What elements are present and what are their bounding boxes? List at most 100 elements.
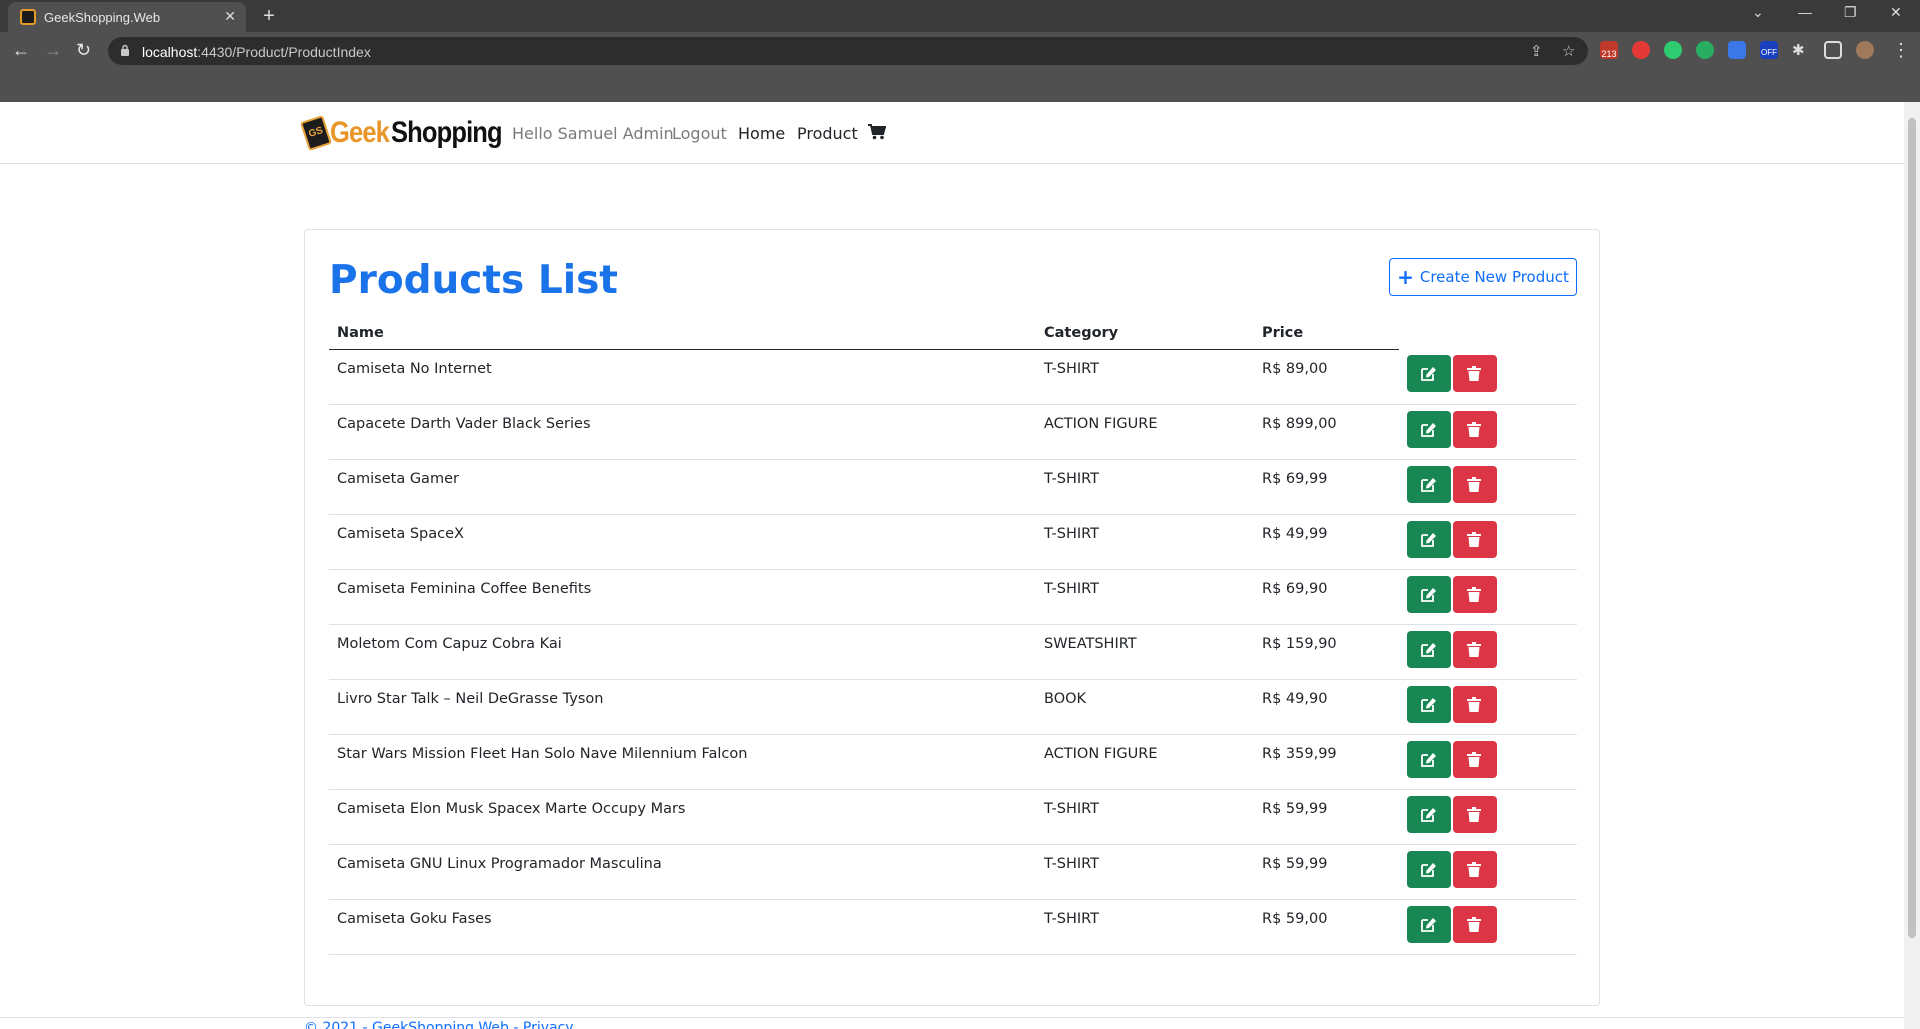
product-price: R$ 59,99	[1254, 789, 1399, 845]
row-actions	[1399, 844, 1577, 900]
delete-button[interactable]	[1453, 850, 1497, 888]
page: GS Geek Shopping Hello Samuel Admin Logo…	[0, 102, 1904, 1029]
delete-button[interactable]	[1453, 575, 1497, 613]
extensions-puzzle-icon[interactable]: ✱	[1792, 41, 1810, 59]
extension-off-icon[interactable]: OFF	[1760, 41, 1778, 59]
table-row: Camiseta Goku Fases T-SHIRT R$ 59,00	[329, 899, 1577, 955]
edit-button[interactable]	[1407, 575, 1451, 613]
edit-button[interactable]	[1407, 465, 1451, 503]
edit-button[interactable]	[1407, 795, 1451, 833]
brand-geek-text: Geek	[330, 116, 390, 149]
edit-button[interactable]	[1407, 740, 1451, 778]
page-scrollbar[interactable]	[1904, 102, 1920, 1029]
back-icon[interactable]: ←	[12, 40, 30, 61]
row-actions	[1399, 514, 1577, 570]
page-title: Products List	[329, 258, 618, 303]
table-row: Moletom Com Capuz Cobra Kai SWEATSHIRT R$ …	[329, 624, 1577, 680]
delete-button[interactable]	[1453, 520, 1497, 558]
product-price: R$ 69,99	[1254, 459, 1399, 515]
product-price: R$ 359,99	[1254, 734, 1399, 790]
browser-tab[interactable]: GeekShopping.Web ✕	[8, 2, 246, 32]
table-row: Camiseta Elon Musk Spacex Marte Occupy M…	[329, 789, 1577, 845]
extension-badge-icon[interactable]: 213	[1600, 41, 1618, 59]
menu-kebab-icon[interactable]: ⋮	[1892, 40, 1910, 61]
product-price: R$ 59,00	[1254, 899, 1399, 955]
site-navbar: GS Geek Shopping Hello Samuel Admin Logo…	[0, 102, 1904, 164]
delete-button[interactable]	[1453, 465, 1497, 503]
extension-plus-icon[interactable]	[1664, 41, 1682, 59]
share-icon[interactable]: ⇪	[1530, 42, 1543, 60]
bookmark-star-icon[interactable]: ☆	[1562, 42, 1575, 60]
product-category: SWEATSHIRT	[1036, 624, 1254, 680]
delete-button[interactable]	[1453, 410, 1497, 448]
tab-search-icon[interactable]: ⌄	[1752, 4, 1764, 21]
product-price: R$ 49,99	[1254, 514, 1399, 570]
profile-avatar[interactable]	[1856, 41, 1874, 59]
delete-button[interactable]	[1453, 795, 1497, 833]
browser-chrome: GeekShopping.Web ✕ + ⌄ — ❐ ✕ ← → ↻ local…	[0, 0, 1920, 102]
product-price: R$ 89,00	[1254, 349, 1399, 405]
products-table: Name Category Price Camiseta No Internet…	[329, 318, 1577, 955]
delete-button[interactable]	[1453, 905, 1497, 943]
row-actions	[1399, 459, 1577, 515]
forward-icon[interactable]: →	[44, 40, 62, 61]
cart-icon[interactable]	[868, 124, 886, 140]
translate-icon[interactable]	[1728, 41, 1746, 59]
product-category: T-SHIRT	[1036, 844, 1254, 900]
edit-button[interactable]	[1407, 685, 1451, 723]
delete-button[interactable]	[1453, 740, 1497, 778]
edit-button[interactable]	[1407, 905, 1451, 943]
create-product-button[interactable]: + Create New Product	[1389, 258, 1577, 296]
column-header-name: Name	[329, 318, 1036, 350]
side-panel-icon[interactable]	[1824, 41, 1842, 59]
edit-button[interactable]	[1407, 850, 1451, 888]
row-actions	[1399, 679, 1577, 735]
product-category: BOOK	[1036, 679, 1254, 735]
tab-close-icon[interactable]: ✕	[224, 8, 236, 25]
browser-toolbar: ← → ↻ localhost:4430/Product/ProductInde…	[0, 32, 1920, 70]
row-actions	[1399, 569, 1577, 625]
extension-dollar-icon[interactable]	[1696, 41, 1714, 59]
row-actions	[1399, 404, 1577, 460]
nav-home-link[interactable]: Home	[738, 124, 785, 143]
product-category: T-SHIRT	[1036, 459, 1254, 515]
create-product-label: Create New Product	[1419, 268, 1569, 286]
logout-link[interactable]: Logout	[672, 124, 727, 143]
row-actions	[1399, 899, 1577, 955]
product-category: T-SHIRT	[1036, 789, 1254, 845]
delete-button[interactable]	[1453, 630, 1497, 668]
products-card: Products List + Create New Product Name …	[304, 229, 1600, 1006]
row-actions	[1399, 624, 1577, 680]
extension-record-icon[interactable]	[1632, 41, 1650, 59]
brand-logo[interactable]: GS Geek Shopping	[299, 114, 522, 152]
edit-button[interactable]	[1407, 520, 1451, 558]
table-row: Camiseta Gamer T-SHIRT R$ 69,99	[329, 459, 1577, 515]
table-row: Camiseta GNU Linux Programador Masculina…	[329, 844, 1577, 900]
edit-button[interactable]	[1407, 410, 1451, 448]
product-category: T-SHIRT	[1036, 349, 1254, 405]
product-name: Camiseta No Internet	[329, 349, 1036, 405]
product-price: R$ 59,99	[1254, 844, 1399, 900]
tab-strip: GeekShopping.Web ✕ + ⌄ — ❐ ✕	[0, 0, 1920, 32]
restore-icon[interactable]: ❐	[1844, 4, 1857, 21]
row-actions	[1399, 734, 1577, 790]
address-bar[interactable]: localhost:4430/Product/ProductIndex ⇪ ☆	[108, 37, 1588, 65]
tab-title: GeekShopping.Web	[44, 10, 161, 25]
delete-button[interactable]	[1453, 355, 1497, 392]
new-tab-button[interactable]: +	[256, 4, 282, 30]
row-actions	[1399, 789, 1577, 845]
product-name: Camiseta Gamer	[329, 459, 1036, 515]
product-category: T-SHIRT	[1036, 569, 1254, 625]
edit-button[interactable]	[1407, 355, 1451, 392]
product-name: Moletom Com Capuz Cobra Kai	[329, 624, 1036, 680]
reload-icon[interactable]: ↻	[76, 40, 91, 61]
nav-product-link[interactable]: Product	[797, 124, 858, 143]
extension-badge-count: 213	[1601, 49, 1617, 59]
product-category: ACTION FIGURE	[1036, 734, 1254, 790]
product-name: Camiseta Feminina Coffee Benefits	[329, 569, 1036, 625]
scroll-thumb[interactable]	[1908, 118, 1916, 938]
delete-button[interactable]	[1453, 685, 1497, 723]
window-close-icon[interactable]: ✕	[1890, 4, 1902, 21]
edit-button[interactable]	[1407, 630, 1451, 668]
minimize-icon[interactable]: —	[1798, 4, 1812, 20]
